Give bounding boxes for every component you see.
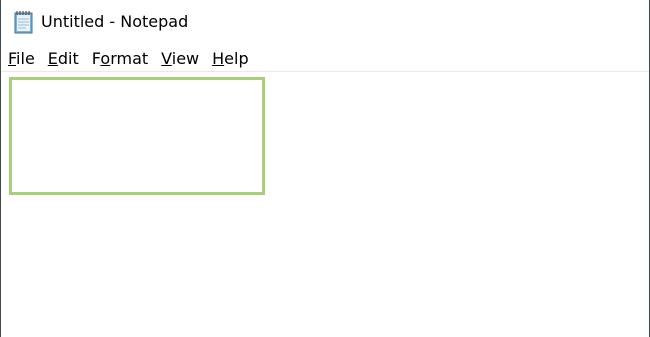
- menu-edit-label: dit: [57, 49, 79, 68]
- notepad-window: Untitled - Notepad File Edit Format View…: [0, 0, 650, 337]
- menu-view-label: iew: [171, 49, 200, 68]
- menu-file[interactable]: File: [8, 48, 35, 70]
- menu-edit-mnemonic: E: [47, 49, 58, 68]
- menu-view[interactable]: View: [161, 48, 199, 70]
- menu-format-mnemonic: o: [100, 49, 111, 68]
- menu-help-label: elp: [224, 49, 249, 68]
- title-bar[interactable]: Untitled - Notepad: [1, 0, 649, 44]
- text-editor-area[interactable]: [1, 72, 649, 337]
- menu-bar: File Edit Format View Help: [1, 47, 649, 71]
- menu-help-mnemonic: H: [212, 49, 225, 68]
- menu-file-label: ile: [16, 49, 35, 68]
- menu-edit[interactable]: Edit: [48, 48, 79, 70]
- menu-view-mnemonic: V: [161, 49, 172, 68]
- menu-format[interactable]: Format: [92, 48, 148, 70]
- highlight-box: [9, 77, 265, 195]
- notepad-icon: [13, 10, 35, 34]
- window-title: Untitled - Notepad: [41, 12, 189, 31]
- menu-file-mnemonic: F: [8, 49, 17, 68]
- menu-format-label: rmat: [110, 49, 149, 68]
- menu-help[interactable]: Help: [212, 48, 248, 70]
